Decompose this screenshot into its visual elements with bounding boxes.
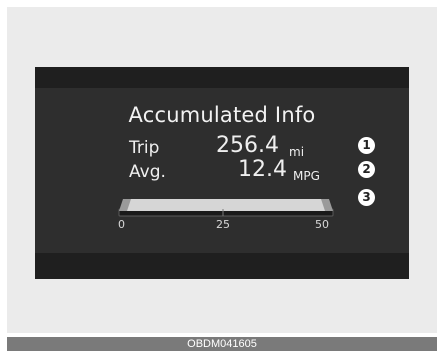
- trip-label: Trip: [129, 138, 160, 158]
- average-unit: MPG: [293, 169, 320, 183]
- trip-value: 256.4: [216, 133, 279, 158]
- display-top-band: [35, 67, 409, 88]
- average-label: Avg.: [129, 162, 166, 182]
- callout-2: 2: [358, 161, 375, 178]
- callout-3: 3: [358, 189, 375, 206]
- average-value: 12.4: [238, 157, 287, 182]
- gauge-max-label: 50: [315, 218, 329, 231]
- figure-frame: Accumulated Info Trip 256.4 mi Avg. 12.4…: [0, 0, 444, 351]
- figure-code: OBDM041605: [187, 338, 257, 350]
- gauge-mid-label: 25: [216, 218, 230, 231]
- trip-unit: mi: [289, 145, 305, 159]
- display-bottom-band: [35, 253, 409, 279]
- gauge-min-label: 0: [118, 218, 125, 231]
- gauge-fill: [123, 199, 329, 211]
- cluster-display: Accumulated Info Trip 256.4 mi Avg. 12.4…: [35, 67, 409, 279]
- caption-bar: OBDM041605: [7, 337, 437, 351]
- callout-1: 1: [358, 137, 375, 154]
- display-title: Accumulated Info: [128, 103, 316, 127]
